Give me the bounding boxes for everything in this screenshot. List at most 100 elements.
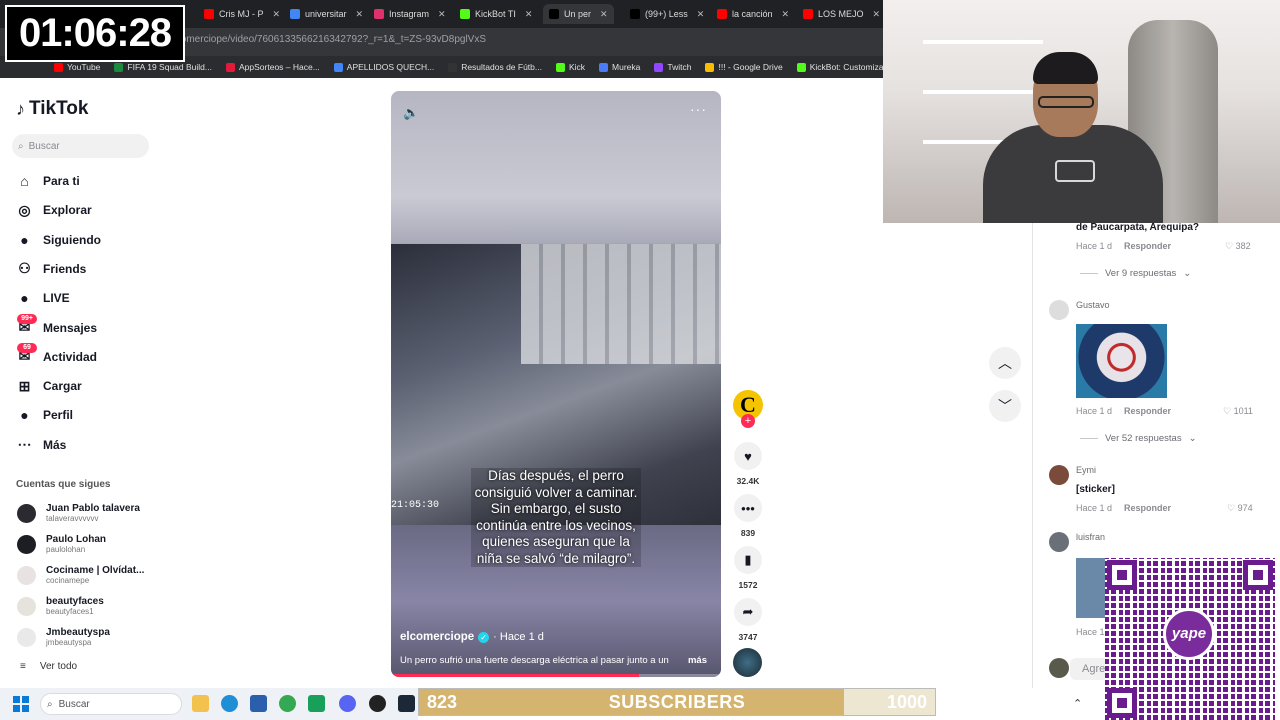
description-text: Un perro sufrió una fuerte descarga eléc… bbox=[400, 655, 669, 666]
notification-badge: 69 bbox=[17, 342, 37, 353]
search-icon: ⌕ bbox=[47, 698, 53, 710]
nav-item-friends[interactable]: ⚇ Friends bbox=[16, 259, 86, 279]
close-icon[interactable]: ✕ bbox=[697, 9, 705, 20]
following-account[interactable]: Paulo Lohan paulolohan bbox=[17, 534, 106, 554]
more-button[interactable]: más bbox=[688, 655, 707, 666]
reply-button[interactable]: Responder bbox=[1124, 406, 1171, 416]
bookmark-item[interactable]: !!! - Google Drive bbox=[705, 62, 783, 72]
comment-username[interactable]: Gustavo bbox=[1076, 300, 1110, 310]
bookmark-item[interactable]: Resultados de Fútb... bbox=[448, 62, 542, 72]
nav-item-cargar[interactable]: ⊞ Cargar bbox=[16, 376, 82, 396]
bookmark-label: YouTube bbox=[67, 62, 101, 72]
close-icon[interactable]: ✕ bbox=[782, 9, 790, 20]
avatar[interactable] bbox=[1049, 532, 1069, 552]
volume-icon[interactable]: 🔈 bbox=[403, 105, 419, 121]
obs-icon[interactable] bbox=[369, 695, 386, 712]
bookmark-item[interactable]: KickBot: Customiza... bbox=[796, 62, 883, 72]
comment-image[interactable] bbox=[1076, 324, 1167, 398]
bookmark-item[interactable]: Twitch bbox=[654, 62, 691, 72]
save-button[interactable]: ▮ bbox=[734, 546, 762, 574]
bookmark-item[interactable]: YouTube bbox=[54, 62, 100, 72]
url-text[interactable]: elcomerciope/video/7606133566216342792?_… bbox=[168, 34, 486, 45]
browser-tab[interactable]: la canción ✕ bbox=[717, 4, 789, 24]
save-count: 1572 bbox=[738, 580, 758, 590]
browser-tab[interactable]: Un per ✕ bbox=[543, 4, 614, 24]
comment-image[interactable] bbox=[1076, 558, 1106, 618]
comment-meta: Hace 1 bbox=[1076, 627, 1105, 637]
steam-icon[interactable] bbox=[398, 695, 415, 712]
nav-item-para-ti[interactable]: ⌂ Para ti bbox=[16, 171, 79, 191]
comment-like[interactable]: ♡ 974 bbox=[1227, 503, 1253, 514]
view-replies-button[interactable]: Ver 9 respuestas ⌄ bbox=[1080, 268, 1191, 279]
browser-tab[interactable]: Cris MJ - P ✕ bbox=[204, 4, 280, 24]
edge-icon[interactable] bbox=[221, 695, 238, 712]
file-explorer-icon[interactable] bbox=[192, 695, 209, 712]
close-icon[interactable]: ✕ bbox=[356, 9, 364, 20]
previous-video-button[interactable]: ︿ bbox=[989, 347, 1021, 379]
nav-item-live[interactable]: ● LIVE bbox=[16, 288, 69, 308]
video-player[interactable]: 🔈 ··· 21:05:30 Días después, el perro co… bbox=[391, 91, 721, 677]
friends-icon: ⚇ bbox=[18, 260, 31, 277]
follow-plus-icon[interactable]: + bbox=[741, 414, 755, 428]
nav-item-m-s[interactable]: ⋯ Más bbox=[16, 435, 67, 455]
discord-icon[interactable] bbox=[339, 695, 356, 712]
taskbar-search[interactable]: ⌕ Buscar bbox=[40, 693, 182, 715]
avatar[interactable] bbox=[1049, 300, 1069, 320]
browser-tab[interactable]: Instagram ✕ bbox=[374, 4, 446, 24]
comment-username[interactable]: luisfran bbox=[1076, 532, 1105, 542]
close-icon[interactable]: ✕ bbox=[873, 9, 881, 20]
tiktok-logo[interactable]: ♪ TikTok bbox=[16, 98, 88, 120]
video-frame-wall bbox=[521, 244, 721, 364]
close-icon[interactable]: ✕ bbox=[273, 9, 281, 20]
bookmark-item[interactable]: Kick bbox=[555, 62, 585, 72]
browser-tab[interactable]: universitar ✕ bbox=[290, 4, 363, 24]
video-author[interactable]: elcomerciope ✓ · Hace 1 d bbox=[400, 631, 544, 643]
share-button[interactable]: ➦ bbox=[734, 598, 762, 626]
comment-username[interactable]: Eymi bbox=[1076, 465, 1096, 475]
windows-start-icon[interactable] bbox=[13, 696, 29, 712]
tab-label: Instagram bbox=[389, 9, 430, 19]
avatar[interactable] bbox=[1049, 465, 1069, 485]
search-input[interactable]: ⌕ Buscar bbox=[12, 134, 149, 158]
see-all-link[interactable]: ≡ Ver todo bbox=[20, 661, 77, 672]
app-icon[interactable] bbox=[308, 695, 325, 712]
close-icon[interactable]: ✕ bbox=[438, 9, 446, 20]
nav-item-perfil[interactable]: ● Perfil bbox=[16, 405, 73, 425]
bookmark-item[interactable]: AppSorteos – Hace... bbox=[226, 62, 320, 72]
bookmark-icon: ▮ bbox=[744, 552, 752, 567]
reply-button[interactable]: Responder bbox=[1124, 503, 1171, 513]
nav-item-siguiendo[interactable]: ● Siguiendo bbox=[16, 230, 101, 250]
comment-button[interactable]: ••• bbox=[734, 494, 762, 522]
nav-item-label: Cargar bbox=[43, 379, 82, 394]
following-account[interactable]: Juan Pablo talavera talaveravvvvvv bbox=[17, 503, 140, 523]
bookmark-item[interactable]: FIFA 19 Squad Build... bbox=[114, 62, 212, 72]
chevron-down-icon: ⌄ bbox=[1188, 433, 1197, 444]
following-account[interactable]: Cociname | Olvídat... cocinamepe bbox=[17, 565, 144, 585]
close-icon[interactable]: ✕ bbox=[600, 9, 608, 20]
comment-like[interactable]: ♡ 382 bbox=[1225, 241, 1251, 252]
view-replies-button[interactable]: Ver 52 respuestas ⌄ bbox=[1080, 433, 1197, 444]
bookmark-item[interactable]: APELLIDOS QUECH... bbox=[333, 62, 434, 72]
author-name[interactable]: elcomerciope bbox=[400, 631, 474, 643]
more-options-icon[interactable]: ··· bbox=[690, 101, 707, 117]
comment-like[interactable]: ♡ 1011 bbox=[1223, 406, 1253, 417]
browser-tab[interactable]: (99+) Less ✕ bbox=[630, 4, 704, 24]
next-video-button[interactable]: ﹀ bbox=[989, 390, 1021, 422]
reply-button[interactable]: Responder bbox=[1124, 241, 1171, 251]
like-button[interactable]: ♥ bbox=[734, 442, 762, 470]
browser-tab[interactable]: LOS MEJO ✕ bbox=[803, 4, 880, 24]
video-progress-bar[interactable] bbox=[391, 674, 721, 677]
bookmark-favicon-icon bbox=[599, 62, 609, 72]
browser-tab[interactable]: KickBot TI ✕ bbox=[460, 4, 532, 24]
comment-input[interactable]: Agre bbox=[1070, 658, 1110, 680]
bookmark-item[interactable]: Mureka bbox=[599, 62, 640, 72]
shelf bbox=[923, 90, 1043, 94]
nav-item-explorar[interactable]: ◎ Explorar bbox=[16, 200, 91, 220]
music-disc-icon[interactable] bbox=[733, 648, 762, 677]
tray-chevron-up-icon[interactable]: ⌃ bbox=[1073, 697, 1082, 710]
following-account[interactable]: beautyfaces beautyfaces1 bbox=[17, 596, 104, 616]
close-icon[interactable]: ✕ bbox=[525, 9, 533, 20]
chrome-icon[interactable] bbox=[279, 695, 296, 712]
following-account[interactable]: Jmbeautyspa jmbeautyspa bbox=[17, 627, 110, 647]
store-icon[interactable] bbox=[250, 695, 267, 712]
